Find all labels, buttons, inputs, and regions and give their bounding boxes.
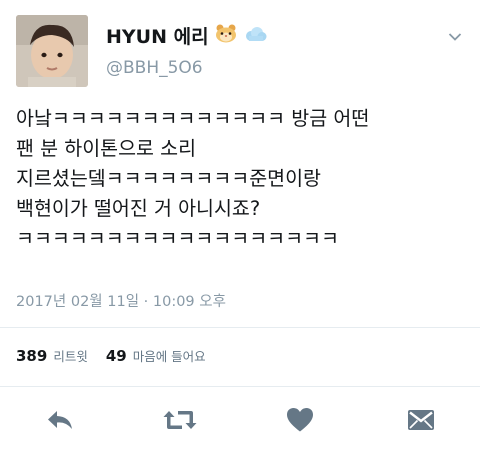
retweet-icon	[162, 408, 198, 436]
divider	[0, 327, 480, 328]
message-icon	[407, 409, 435, 435]
reply-button[interactable]	[43, 405, 77, 439]
display-name[interactable]: HYUN 에리	[106, 22, 209, 49]
divider	[0, 386, 480, 387]
display-name-row[interactable]: HYUN 에리	[106, 22, 267, 49]
like-label[interactable]: 마음에 들어요	[133, 346, 206, 365]
like-count[interactable]: 49	[106, 347, 127, 365]
tweet-timestamp[interactable]: 2017년 02월 11일 · 10:09 오후	[16, 290, 226, 311]
user-handle[interactable]: @BBH_5O6	[106, 58, 267, 78]
tweet-stats: 389 리트윗 49 마음에 들어요	[16, 346, 206, 365]
tweet-text-line: 아낰ㅋㅋㅋㅋㅋㅋㅋㅋㅋㅋㅋㅋㅋ 방금 어떤	[16, 107, 370, 130]
tweet-text-line: 지르셨는뎈ㅋㅋㅋㅋㅋㅋㅋㅋ준면이랑	[16, 167, 321, 190]
tweet-text-line: ㅋㅋㅋㅋㅋㅋㅋㅋㅋㅋㅋㅋㅋㅋㅋㅋㅋㅋ	[16, 227, 339, 250]
tweet-text-line: 백현이가 떨어진 거 아니시죠?	[16, 197, 261, 220]
retweet-count[interactable]: 389	[16, 347, 47, 365]
tweet-actions	[0, 405, 480, 439]
retweet-button[interactable]	[163, 405, 197, 439]
tweet-card: HYUN 에리 @BBH_5O6 아낰ㅋㅋㅋㅋㅋㅋㅋㅋㅋㅋㅋㅋㅋ 방금 어떤 팬…	[0, 0, 480, 457]
reply-icon	[45, 408, 75, 436]
user-names: HYUN 에리 @BBH_5O6	[106, 22, 267, 78]
tweet-header: HYUN 에리 @BBH_5O6	[16, 15, 464, 90]
avatar[interactable]	[16, 15, 88, 87]
hamster-face-icon	[215, 23, 237, 48]
tweet-text-line: 팬 분 하이톤으로 소리	[16, 137, 197, 160]
cloud-icon	[243, 25, 267, 47]
direct-message-button[interactable]	[404, 405, 438, 439]
heart-icon	[286, 407, 314, 437]
tweet-text: 아낰ㅋㅋㅋㅋㅋㅋㅋㅋㅋㅋㅋㅋㅋ 방금 어떤 팬 분 하이톤으로 소리 지르셨는뎈…	[16, 104, 468, 254]
like-button[interactable]	[283, 405, 317, 439]
chevron-down-icon[interactable]	[448, 27, 462, 41]
retweet-label[interactable]: 리트윗	[53, 346, 88, 365]
